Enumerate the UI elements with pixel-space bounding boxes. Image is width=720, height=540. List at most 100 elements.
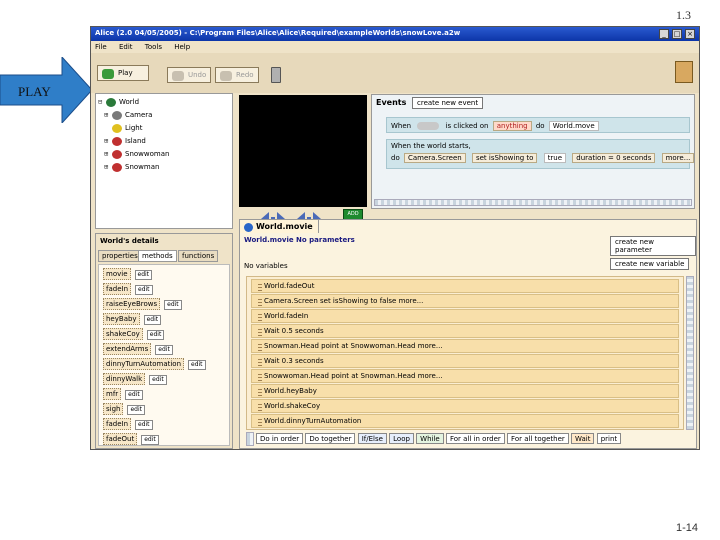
method-name[interactable]: fadeOut: [103, 433, 138, 445]
close-button[interactable]: ×: [685, 29, 695, 39]
code-text: Snowwoman.Head point at Snowman.Head mor…: [264, 372, 443, 380]
code-line[interactable]: World.fadeIn: [251, 309, 679, 323]
method-name[interactable]: dinnyTurnAutomation: [103, 358, 185, 370]
wait-tile[interactable]: Wait: [571, 433, 595, 444]
code-line[interactable]: World.heyBaby: [251, 384, 679, 398]
event-value[interactable]: true: [543, 153, 567, 163]
clipboard-icon[interactable]: [675, 61, 693, 83]
method-name[interactable]: raiseEyeBrows: [103, 298, 161, 310]
create-new-variable-button[interactable]: create new variable: [610, 258, 690, 270]
menu-help[interactable]: Help: [174, 43, 190, 51]
edit-button[interactable]: edit: [143, 315, 162, 325]
while-tile[interactable]: While: [416, 433, 444, 444]
edit-button[interactable]: edit: [135, 420, 153, 430]
method-row: shakeCoy edit: [103, 327, 225, 342]
for-all-together-tile[interactable]: For all together: [507, 433, 569, 444]
edit-button[interactable]: edit: [146, 330, 165, 340]
code-line[interactable]: World.fadeOut: [251, 279, 679, 293]
tree-item-snowwoman[interactable]: ⊞ Snowwoman: [98, 148, 230, 161]
play-button[interactable]: Play: [97, 65, 149, 81]
menu-file[interactable]: File: [95, 43, 107, 51]
print-tile[interactable]: print: [596, 433, 622, 444]
redo-button[interactable]: Redo: [215, 67, 259, 83]
create-new-parameter-button[interactable]: create new parameter: [610, 236, 696, 256]
control-scroll-left[interactable]: [246, 432, 254, 446]
toggle-icon[interactable]: ⊞: [104, 109, 112, 122]
do-together-tile[interactable]: Do together: [305, 433, 356, 444]
tree-item-world[interactable]: ⊟ World: [98, 96, 230, 109]
event-row-click[interactable]: When is clicked on anything do World.mov…: [386, 117, 690, 133]
play-icon: [102, 69, 114, 79]
tab-functions[interactable]: functions: [178, 250, 219, 262]
event-duration[interactable]: duration = 0 seconds: [572, 153, 656, 163]
edit-button[interactable]: edit: [149, 375, 167, 385]
event-row-world-starts[interactable]: When the world starts, do Camera.Screen …: [386, 139, 695, 169]
menu-bar: File Edit Tools Help: [91, 41, 699, 53]
code-line[interactable]: World.dinnyTurnAutomation: [251, 414, 679, 428]
edit-button[interactable]: edit: [127, 405, 146, 415]
code-line[interactable]: Wait 0.3 seconds: [251, 354, 679, 368]
event-action[interactable]: World.move: [548, 121, 599, 131]
code-text: Camera.Screen set isShowing to false mor…: [264, 297, 424, 305]
undo-button[interactable]: Undo: [167, 67, 211, 83]
code-line[interactable]: Camera.Screen set isShowing to false mor…: [251, 294, 679, 308]
edit-button[interactable]: edit: [125, 390, 143, 400]
toggle-icon[interactable]: ⊟: [98, 96, 106, 109]
menu-tools[interactable]: Tools: [145, 43, 162, 51]
method-name[interactable]: shakeCoy: [103, 328, 143, 340]
do-in-order-tile[interactable]: Do in order: [256, 433, 304, 444]
code-text: World.shakeCoy: [264, 402, 321, 410]
minimize-button[interactable]: _: [659, 29, 669, 39]
event-more[interactable]: more...: [661, 153, 695, 163]
tree-item-light[interactable]: Light: [98, 122, 230, 135]
edit-button[interactable]: edit: [135, 285, 153, 295]
control-bar: Do in order Do together If/Else Loop Whi…: [256, 433, 686, 447]
event-when: When the world starts,: [391, 142, 471, 150]
edit-button[interactable]: edit: [141, 435, 159, 445]
code-text: World.fadeOut: [264, 282, 315, 290]
event-do: do: [391, 154, 400, 162]
loop-tile[interactable]: Loop: [389, 433, 414, 444]
event-object[interactable]: Camera.Screen: [403, 153, 466, 163]
edit-button[interactable]: edit: [155, 345, 173, 355]
toolbar: Play Undo Redo: [91, 53, 699, 93]
trash-icon[interactable]: [271, 67, 281, 83]
method-name[interactable]: movie: [103, 268, 131, 280]
event-target[interactable]: anything: [492, 121, 532, 131]
method-name[interactable]: extendArms: [103, 343, 152, 355]
events-scrollbar[interactable]: [374, 199, 692, 206]
tree-item-island[interactable]: ⊞ Island: [98, 135, 230, 148]
editor-scrollbar[interactable]: [686, 276, 694, 430]
toggle-icon[interactable]: ⊞: [104, 135, 112, 148]
scene-view[interactable]: [239, 95, 367, 207]
if-else-tile[interactable]: If/Else: [357, 433, 387, 444]
code-line[interactable]: World.shakeCoy: [251, 399, 679, 413]
details-title: World's details: [100, 237, 159, 245]
alice-window: Alice (2.0 04/05/2005) - C:\Program File…: [90, 26, 700, 450]
tree-item-camera[interactable]: ⊞ Camera: [98, 109, 230, 122]
tree-item-snowman[interactable]: ⊞ Snowman: [98, 161, 230, 174]
method-name[interactable]: dinnyWalk: [103, 373, 146, 385]
for-all-in-order-tile[interactable]: For all in order: [445, 433, 505, 444]
menu-edit[interactable]: Edit: [119, 43, 133, 51]
code-line[interactable]: Snowwoman.Head point at Snowman.Head mor…: [251, 369, 679, 383]
edit-button[interactable]: edit: [188, 360, 206, 370]
method-name[interactable]: mfr: [103, 388, 122, 400]
code-line[interactable]: Wait 0.5 seconds: [251, 324, 679, 338]
toggle-icon[interactable]: ⊞: [104, 148, 112, 161]
method-name[interactable]: sigh: [103, 403, 124, 415]
maximize-button[interactable]: □: [672, 29, 682, 39]
undo-label: Undo: [188, 71, 207, 79]
tab-world-movie[interactable]: World.movie: [239, 219, 319, 233]
event-method[interactable]: set isShowing to: [471, 153, 538, 163]
tab-methods[interactable]: methods: [138, 250, 177, 262]
tab-properties[interactable]: properties: [98, 250, 142, 262]
toggle-icon[interactable]: ⊞: [104, 161, 112, 174]
code-line[interactable]: Snowman.Head point at Snowwoman.Head mor…: [251, 339, 679, 353]
method-name[interactable]: fadeIn: [103, 418, 132, 430]
method-name[interactable]: fadeIn: [103, 283, 132, 295]
edit-button[interactable]: edit: [164, 300, 182, 310]
create-new-event-button[interactable]: create new event: [412, 97, 484, 109]
method-name[interactable]: heyBaby: [103, 313, 140, 325]
edit-button[interactable]: edit: [134, 270, 153, 280]
